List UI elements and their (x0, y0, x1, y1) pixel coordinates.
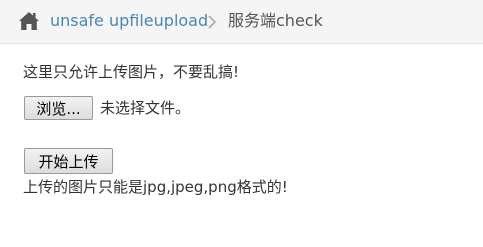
breadcrumb: unsafe upfileupload 服务端check (0, 0, 483, 44)
home-icon[interactable] (18, 11, 40, 31)
upload-button[interactable]: 开始上传 (24, 148, 113, 174)
main-content: 这里只允许上传图片，不要乱搞! 浏览... 未选择文件。 开始上传 上传的图片只… (0, 44, 483, 247)
breadcrumb-link-unsafe-upfileupload[interactable]: unsafe upfileupload (50, 10, 208, 32)
file-status-text: 未选择文件。 (100, 99, 191, 117)
format-hint: 上传的图片只能是jpg,jpeg,png格式的! (23, 178, 288, 196)
intro-text: 这里只允许上传图片，不要乱搞! (23, 63, 240, 81)
chevron-right-icon (206, 14, 218, 30)
breadcrumb-current: 服务端check (228, 11, 323, 30)
browse-button[interactable]: 浏览... (24, 96, 93, 120)
